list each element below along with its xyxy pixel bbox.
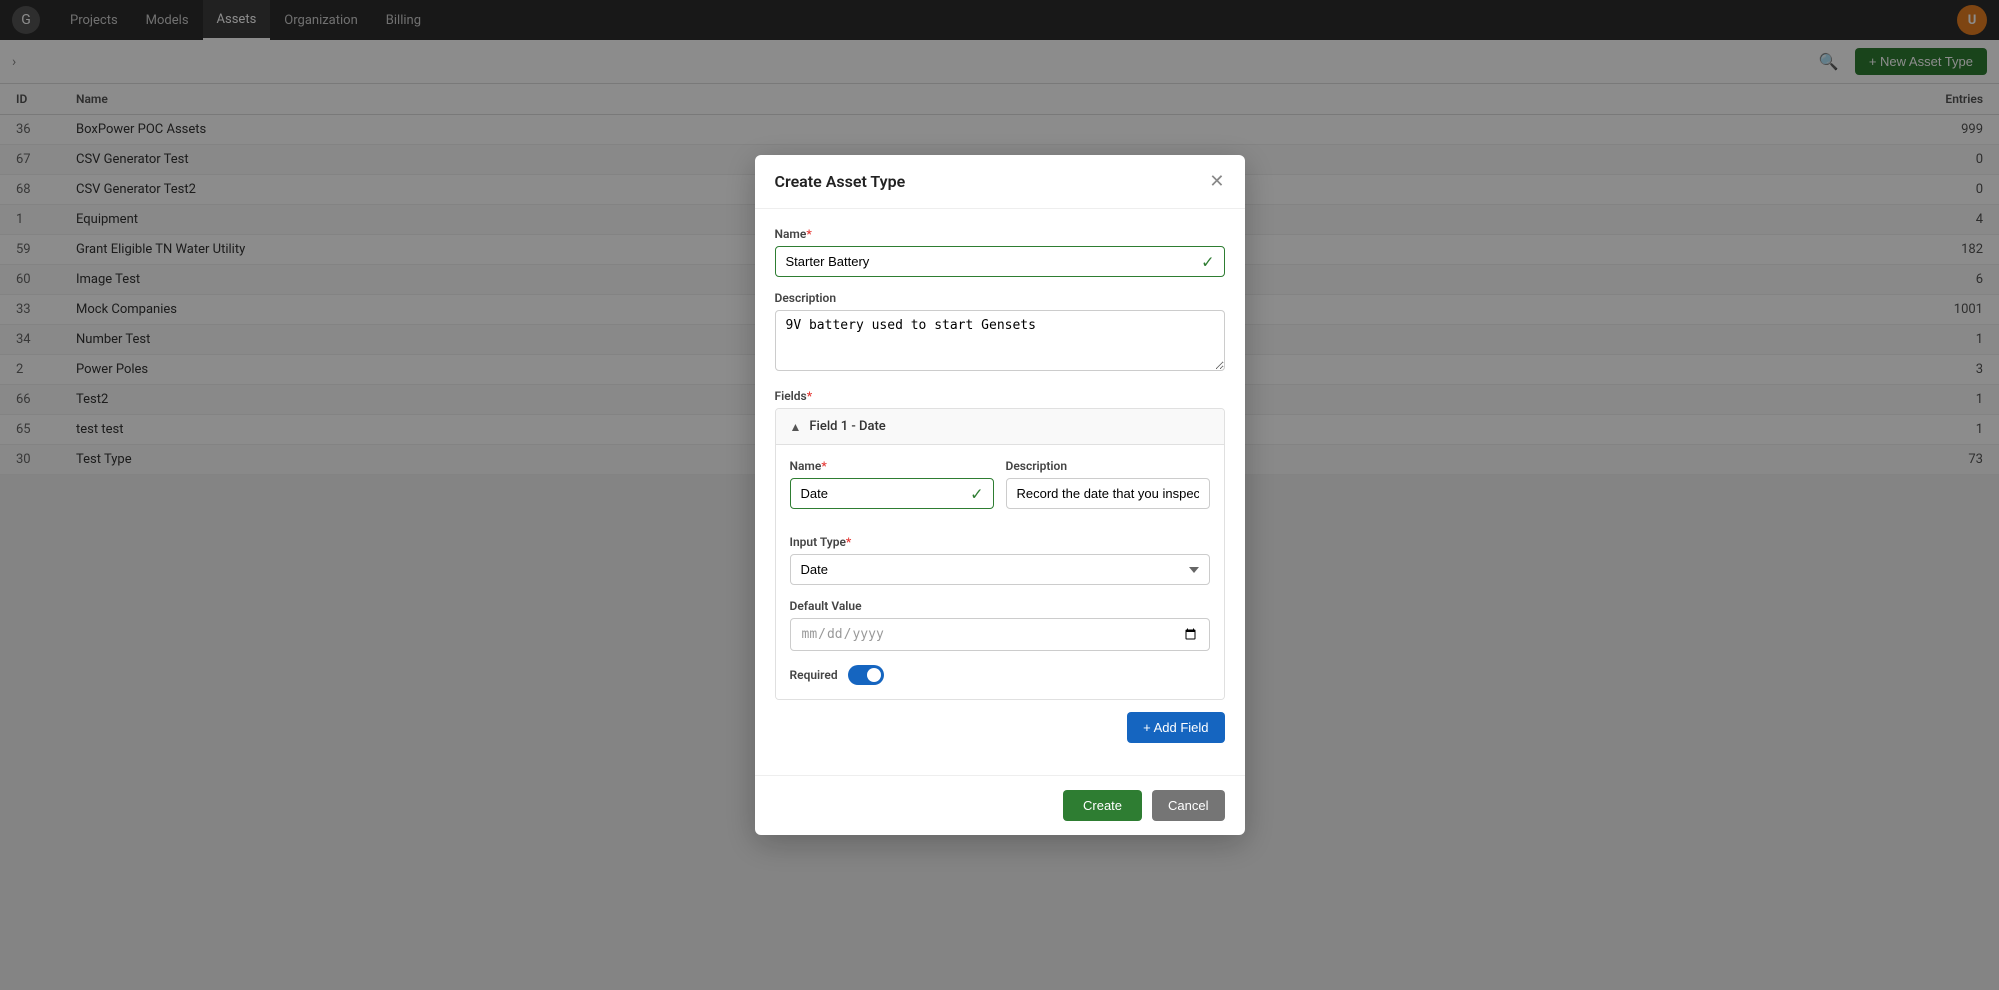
create-button[interactable]: Create [1063, 790, 1142, 821]
field1-name-input[interactable] [790, 478, 994, 509]
field1-inner: Name* ✓ Description [776, 445, 1224, 699]
fields-label: Fields* [775, 389, 1225, 403]
accordion-collapse-icon: ▲ [790, 420, 802, 434]
modal-footer: Create Cancel [755, 775, 1245, 835]
name-valid-icon: ✓ [1201, 252, 1214, 271]
field1-name-desc-row: Name* ✓ Description [790, 459, 1210, 523]
field1-input-type-group: Input Type* Date Text Number Boolean [790, 535, 1210, 585]
add-field-button[interactable]: + Add Field [1127, 712, 1224, 743]
name-input-wrapper: ✓ [775, 246, 1225, 277]
field1-required-label: Required [790, 668, 838, 682]
field1-input-type-select[interactable]: Date Text Number Boolean [790, 554, 1210, 585]
field1-default-value-input[interactable] [790, 618, 1210, 651]
field1-name-valid-icon: ✓ [970, 484, 983, 503]
field1-description-input[interactable] [1006, 478, 1210, 509]
modal-close-button[interactable]: ✕ [1209, 171, 1224, 192]
cancel-button[interactable]: Cancel [1152, 790, 1224, 821]
field1-required-row: Required [790, 665, 1210, 685]
field1-required-toggle[interactable] [848, 665, 884, 685]
field1-default-value-label: Default Value [790, 599, 1210, 613]
field1-accordion[interactable]: ▲ Field 1 - Date [776, 409, 1224, 445]
field1-description-label: Description [1006, 459, 1210, 473]
name-form-group: Name* ✓ [775, 227, 1225, 277]
field1-name-label: Name* [790, 459, 994, 473]
modal-title: Create Asset Type [775, 172, 906, 191]
name-input[interactable] [775, 246, 1225, 277]
add-field-row: + Add Field [775, 712, 1225, 743]
description-label: Description [775, 291, 1225, 305]
fields-section: ▲ Field 1 - Date Name* [775, 408, 1225, 700]
modal-header: Create Asset Type ✕ [755, 155, 1245, 209]
modal-body: Name* ✓ Description 9V battery used to s… [755, 209, 1245, 775]
description-form-group: Description 9V battery used to start Gen… [775, 291, 1225, 375]
field1-accordion-label: Field 1 - Date [809, 419, 885, 434]
field1-default-value-group: Default Value [790, 599, 1210, 651]
fields-form-group: Fields* ▲ Field 1 - Date N [775, 389, 1225, 743]
description-textarea[interactable]: 9V battery used to start Gensets [775, 310, 1225, 371]
modal-overlay: Create Asset Type ✕ Name* ✓ Description … [0, 0, 1999, 990]
create-asset-type-modal: Create Asset Type ✕ Name* ✓ Description … [755, 155, 1245, 835]
field1-input-type-label: Input Type* [790, 535, 1210, 549]
field1-name-input-wrapper: ✓ [790, 478, 994, 509]
name-label: Name* [775, 227, 1225, 241]
field1-description-group: Description [1006, 459, 1210, 509]
field1-name-group: Name* ✓ [790, 459, 994, 509]
